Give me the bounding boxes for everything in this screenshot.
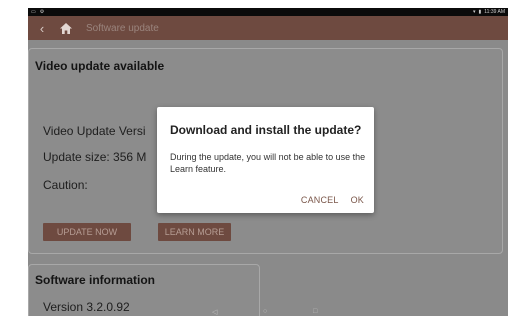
- gear-icon: ⚙: [39, 9, 45, 15]
- nav-home-icon[interactable]: ○: [263, 308, 267, 315]
- wifi-icon: ▾: [472, 9, 476, 15]
- video-version-label: Video Update Versi: [43, 124, 146, 138]
- cast-icon: ▭: [31, 9, 36, 15]
- video-card-title: Video update available: [35, 59, 165, 73]
- update-now-button[interactable]: UPDATE NOW: [43, 223, 131, 241]
- status-time: 11:39 AM: [484, 9, 505, 15]
- home-icon[interactable]: [58, 20, 74, 36]
- dialog-message: During the update, you will not be able …: [170, 152, 366, 174]
- battery-icon: ▮: [478, 9, 482, 15]
- software-card-title: Software information: [35, 273, 156, 287]
- status-bar: ▭ ⚙ ▾ ▮ 11:39 AM: [28, 8, 508, 16]
- caution-label: Caution:: [43, 178, 88, 192]
- update-size-label: Update size: 356 M: [43, 150, 147, 164]
- dialog-actions: CANCEL OK: [301, 195, 364, 205]
- nav-recents-icon[interactable]: □: [313, 308, 317, 315]
- ok-button[interactable]: OK: [351, 195, 364, 205]
- cancel-button[interactable]: CANCEL: [301, 195, 339, 205]
- device-screen: ▭ ⚙ ▾ ▮ 11:39 AM ‹ Software update Video…: [0, 0, 508, 316]
- dialog-title: Download and install the update?: [170, 123, 362, 137]
- chevron-left-icon[interactable]: ‹: [34, 22, 50, 35]
- learn-more-button[interactable]: LEARN MORE: [158, 223, 231, 241]
- page-title: Software update: [86, 22, 159, 34]
- system-nav-bar: ◁ ○ □: [0, 308, 508, 316]
- confirm-dialog: Download and install the update? During …: [157, 107, 374, 213]
- app-bar: ‹ Software update: [28, 16, 508, 40]
- nav-back-icon[interactable]: ◁: [212, 308, 217, 316]
